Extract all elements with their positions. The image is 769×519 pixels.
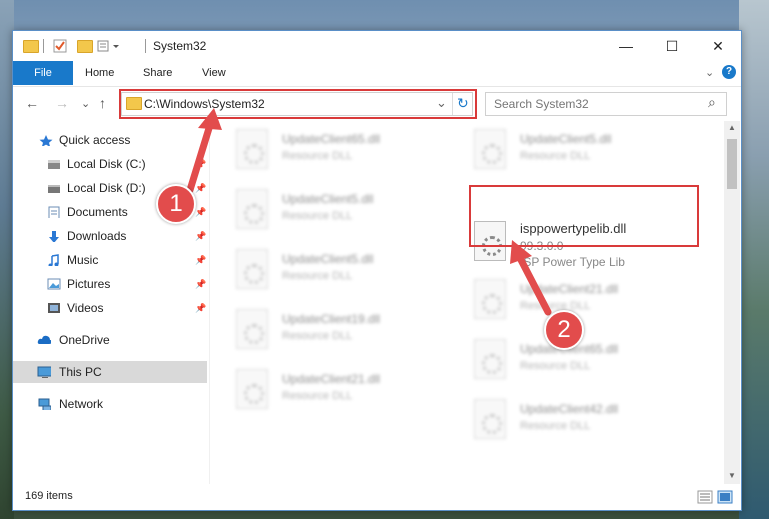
arrow-1 bbox=[186, 121, 214, 194]
step-1-badge: 1 bbox=[156, 184, 196, 224]
arrow-2 bbox=[516, 254, 552, 316]
annotation-arrows bbox=[186, 108, 552, 316]
arrow-1-head bbox=[198, 108, 222, 130]
step-2-badge: 2 bbox=[544, 310, 584, 350]
